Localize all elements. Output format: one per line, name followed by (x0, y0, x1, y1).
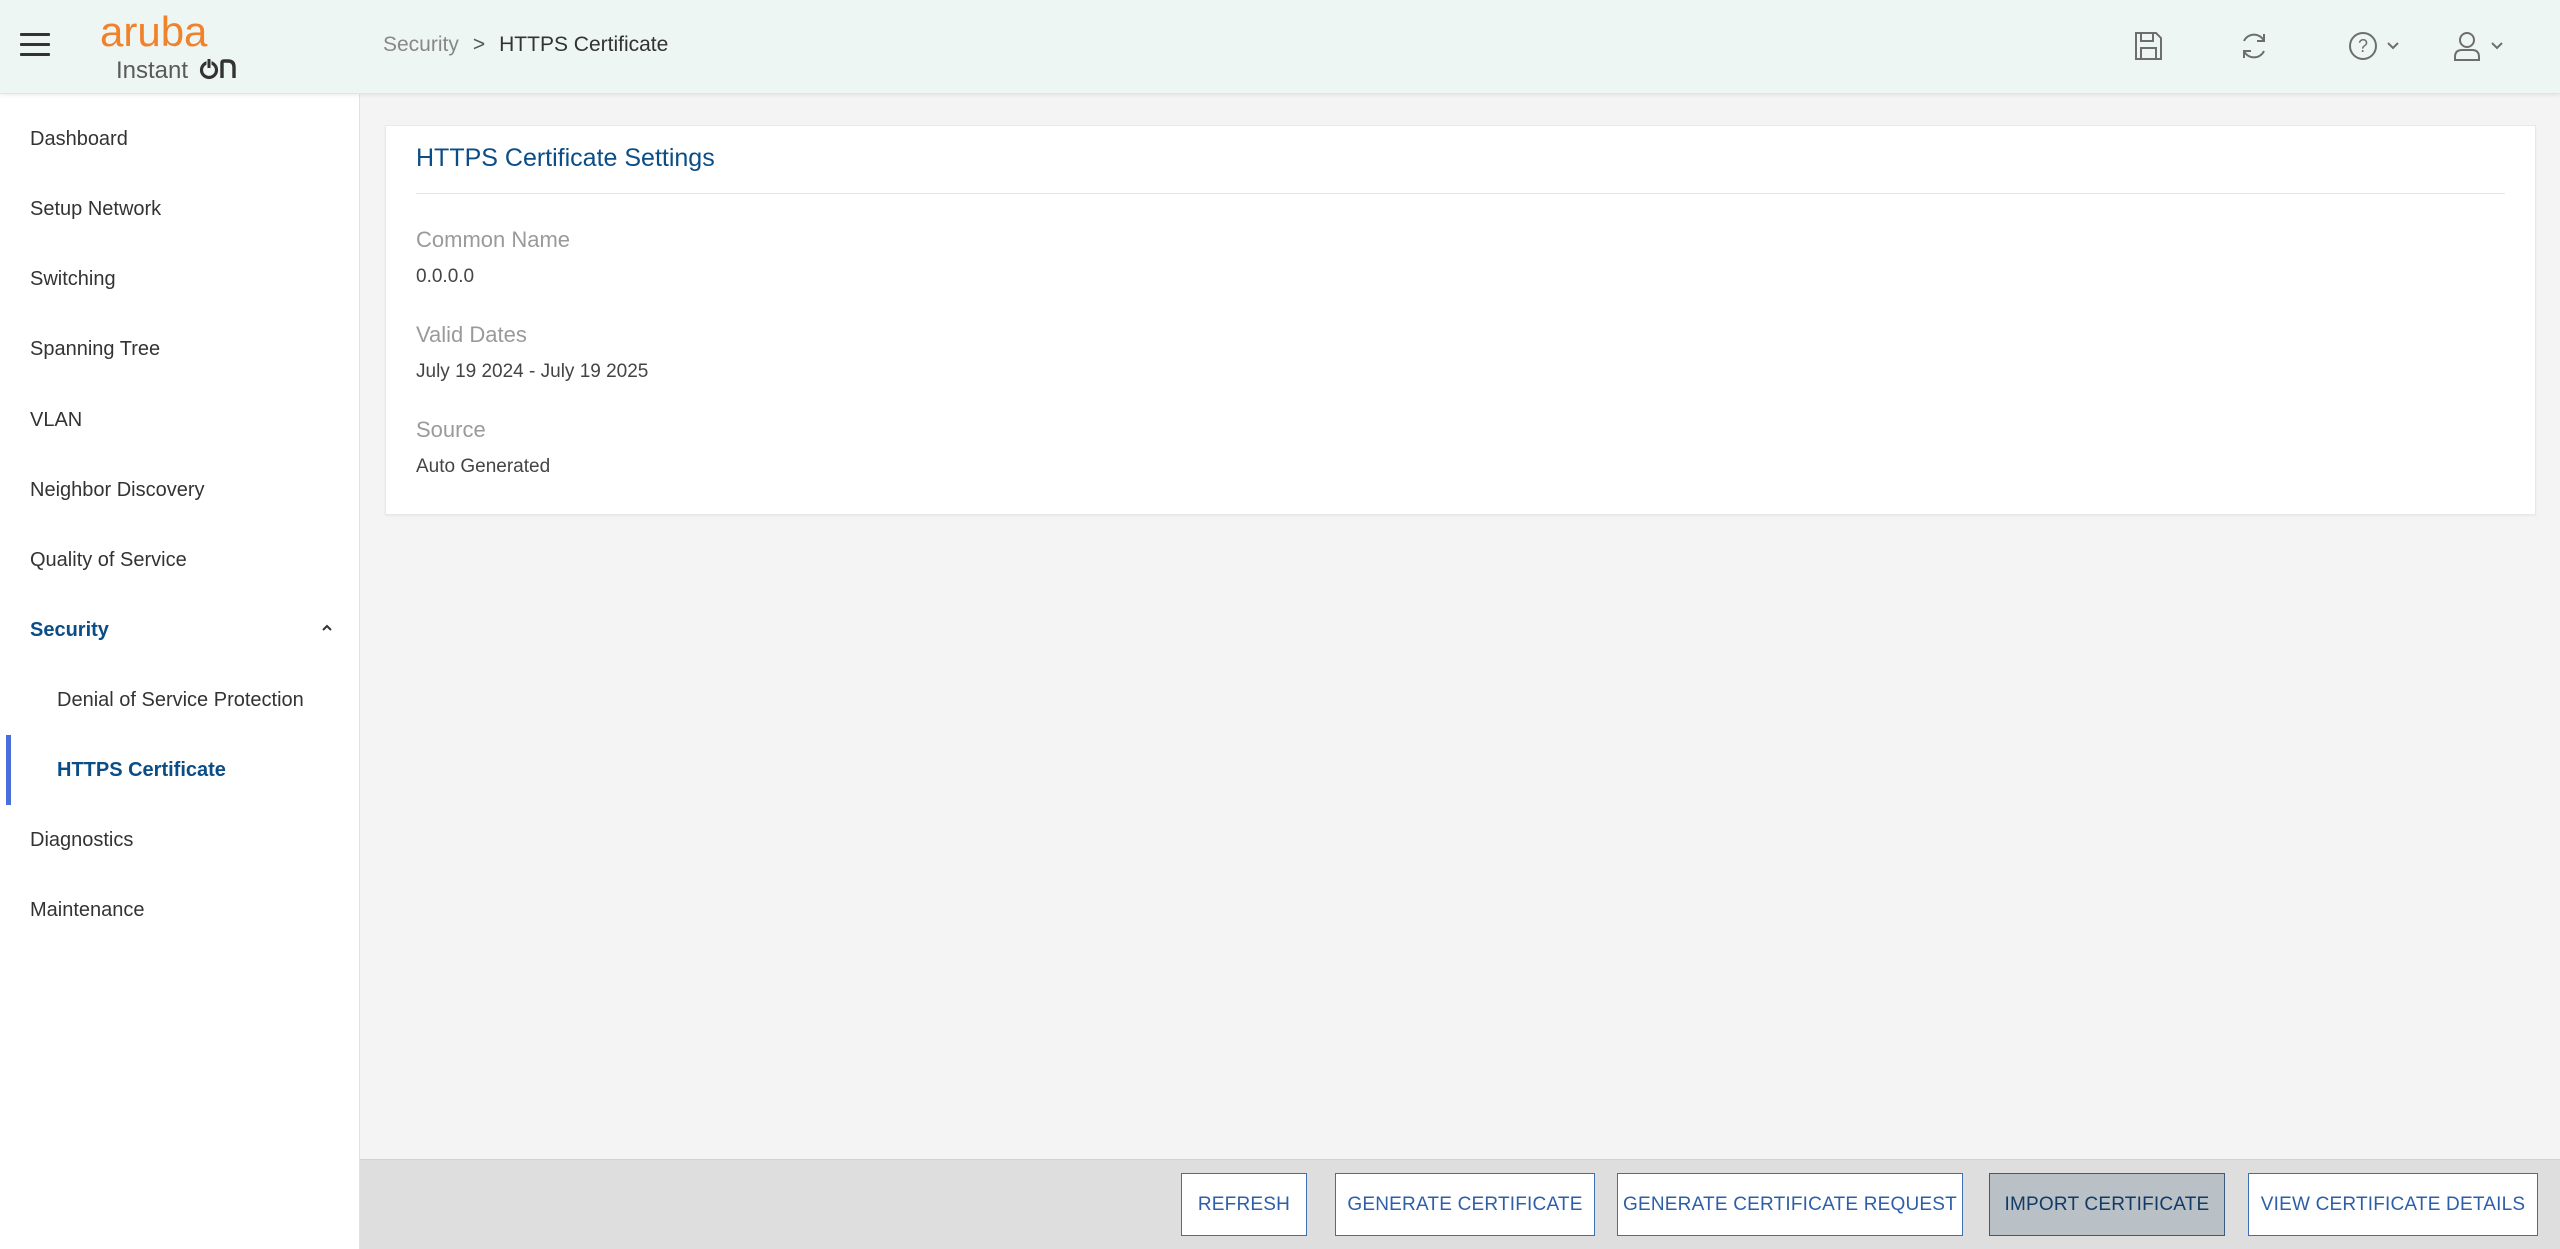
breadcrumb: Security > HTTPS Certificate (383, 33, 668, 57)
sidebar-item-diagnostics[interactable]: Diagnostics (0, 805, 360, 875)
refresh-button[interactable]: REFRESH (1181, 1173, 1307, 1236)
sidebar-item-label: VLAN (30, 408, 83, 431)
sidebar-item-label: HTTPS Certificate (57, 758, 226, 781)
sidebar-item-denial-of-service-protection[interactable]: Denial of Service Protection (0, 665, 360, 735)
chevron-up-icon (322, 624, 332, 631)
source-value: Auto Generated (416, 456, 551, 477)
view-certificate-details-button[interactable]: VIEW CERTIFICATE DETAILS (2248, 1173, 2538, 1236)
breadcrumb-separator: > (472, 33, 486, 56)
active-indicator (6, 735, 11, 805)
card-divider (416, 193, 2505, 194)
common-name-value: 0.0.0.0 (416, 266, 475, 287)
sidebar-item-vlan[interactable]: VLAN (0, 385, 360, 455)
refresh-icon[interactable] (2238, 26, 2270, 66)
sidebar-item-label: Maintenance (30, 898, 145, 921)
import-certificate-button[interactable]: IMPORT CERTIFICATE (1989, 1173, 2225, 1236)
footer-action-bar: REFRESH GENERATE CERTIFICATE GENERATE CE… (360, 1159, 2560, 1249)
sidebar-item-label: Neighbor Discovery (30, 478, 205, 501)
sidebar-item-label: Switching (30, 267, 116, 290)
sidebar-item-label: Diagnostics (30, 828, 134, 851)
svg-text:aruba: aruba (100, 12, 208, 55)
sidebar-item-spanning-tree[interactable]: Spanning Tree (0, 314, 360, 384)
sidebar-item-maintenance[interactable]: Maintenance (0, 875, 360, 945)
common-name-label: Common Name (416, 227, 571, 252)
breadcrumb-current: HTTPS Certificate (499, 33, 669, 56)
hamburger-menu-icon[interactable] (20, 33, 50, 59)
save-icon[interactable] (2133, 26, 2163, 66)
valid-dates-label: Valid Dates (416, 322, 527, 347)
card-title: HTTPS Certificate Settings (416, 144, 715, 172)
sidebar-item-label: Denial of Service Protection (57, 688, 304, 711)
source-label: Source (416, 417, 486, 442)
sidebar-item-label: Dashboard (30, 127, 128, 150)
sidebar-item-label: Spanning Tree (30, 337, 161, 360)
generate-certificate-button[interactable]: GENERATE CERTIFICATE (1335, 1173, 1595, 1236)
sidebar-nav: Dashboard Setup Network Switching Spanni… (0, 94, 360, 1249)
user-icon[interactable] (2452, 26, 2506, 66)
sidebar-item-security[interactable]: Security (0, 595, 360, 665)
svg-text:?: ? (2358, 36, 2368, 56)
sidebar-item-switching[interactable]: Switching (0, 244, 360, 314)
svg-text:Instant: Instant (116, 57, 188, 84)
sidebar-item-https-certificate[interactable]: HTTPS Certificate (0, 735, 360, 805)
sidebar-item-setup-network[interactable]: Setup Network (0, 174, 360, 244)
aruba-instant-on-logo: aruba Instant (100, 12, 236, 84)
generate-certificate-request-button[interactable]: GENERATE CERTIFICATE REQUEST (1617, 1173, 1963, 1236)
sidebar-item-label: Quality of Service (30, 548, 187, 571)
https-certificate-settings-card: HTTPS Certificate Settings Common Name 0… (385, 125, 2536, 515)
breadcrumb-security-link[interactable]: Security (383, 33, 459, 57)
sidebar-item-label: Security (30, 618, 109, 641)
sidebar-item-dashboard[interactable]: Dashboard (0, 104, 360, 174)
sidebar-item-label: Setup Network (30, 197, 162, 220)
valid-dates-value: July 19 2024 - July 19 2025 (416, 361, 649, 382)
sidebar-item-neighbor-discovery[interactable]: Neighbor Discovery (0, 455, 360, 525)
help-icon[interactable]: ? (2348, 26, 2402, 66)
sidebar-item-quality-of-service[interactable]: Quality of Service (0, 525, 360, 595)
top-header: aruba Instant Security > HTTPS Certifica… (0, 0, 2560, 94)
